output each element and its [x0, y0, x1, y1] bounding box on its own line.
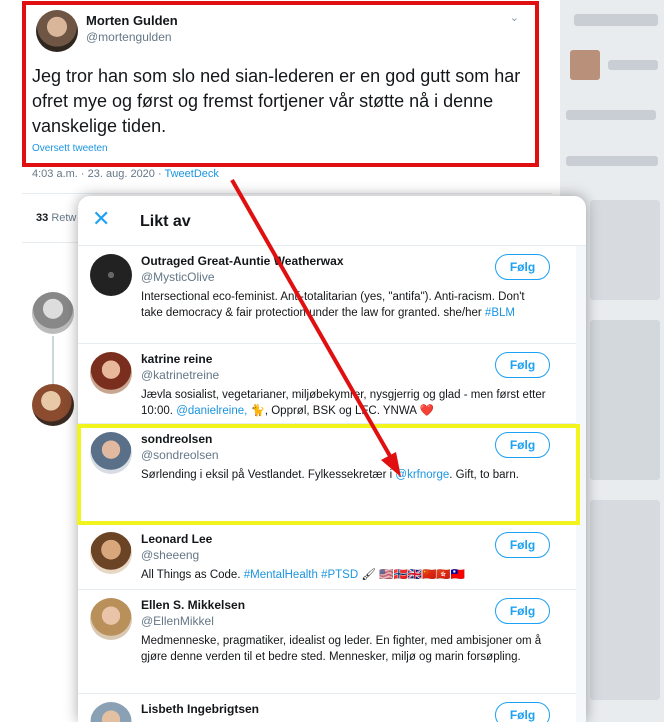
arrow-head: [381, 452, 401, 477]
arrow-line: [230, 179, 392, 457]
annotation-arrow: [230, 179, 401, 477]
